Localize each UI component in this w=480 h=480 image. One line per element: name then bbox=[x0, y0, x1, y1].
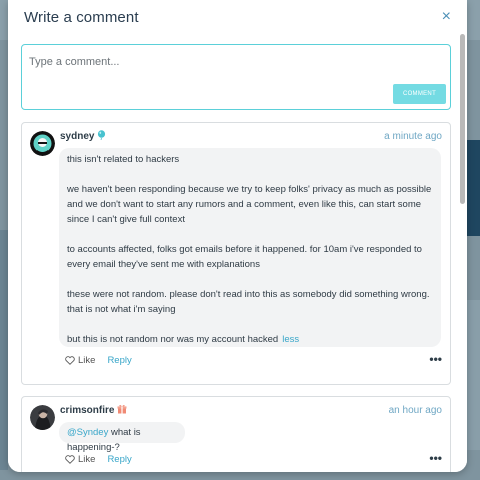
like-label: Like bbox=[78, 454, 96, 465]
comments-scroll-area[interactable]: COMMENT sydney a minute ago bbox=[8, 34, 467, 472]
comment-paragraph: to accounts affected, folks got emails b… bbox=[67, 244, 422, 270]
comment-modal: Write a comment × COMMENT sydney bbox=[8, 0, 467, 472]
modal-title: Write a comment bbox=[24, 8, 139, 26]
comment-paragraph: these were not random. please don't read… bbox=[67, 289, 430, 315]
heart-icon bbox=[65, 455, 75, 464]
comment-timestamp: an hour ago bbox=[388, 405, 442, 416]
balloon-icon bbox=[97, 130, 106, 142]
background-panel bbox=[466, 300, 480, 450]
background-sidebar bbox=[0, 230, 8, 470]
close-icon[interactable]: × bbox=[442, 9, 451, 25]
comment-input[interactable] bbox=[29, 52, 442, 72]
author-name[interactable]: sydney bbox=[60, 131, 94, 142]
gift-icon bbox=[117, 404, 127, 416]
more-options-icon[interactable]: ••• bbox=[429, 451, 442, 465]
comment-actions: Like Reply bbox=[65, 454, 132, 465]
comment-author[interactable]: crimsonfire bbox=[60, 404, 127, 416]
scrollbar[interactable] bbox=[460, 34, 465, 204]
like-label: Like bbox=[78, 355, 96, 366]
heart-icon bbox=[65, 356, 75, 365]
comment-body: @Syndey what is happening-? bbox=[59, 422, 185, 453]
comment-paragraph: we haven't been responding because we tr… bbox=[67, 184, 432, 225]
comment-card: crimsonfire an hour ago @Syndey what is … bbox=[21, 396, 451, 472]
reply-button[interactable]: Reply bbox=[107, 355, 131, 366]
comment-composer: COMMENT bbox=[21, 44, 451, 110]
avatar[interactable] bbox=[30, 405, 55, 430]
comment-paragraph-text: but this is not random nor was my accoun… bbox=[67, 334, 279, 345]
avatar[interactable] bbox=[30, 131, 55, 156]
user-mention[interactable]: @Syndey bbox=[67, 427, 108, 438]
like-button[interactable]: Like bbox=[65, 454, 95, 465]
author-name[interactable]: crimsonfire bbox=[60, 405, 114, 416]
comment-paragraph-last: but this is not random nor was my accoun… bbox=[67, 332, 433, 347]
reply-button[interactable]: Reply bbox=[107, 454, 131, 465]
like-button[interactable]: Like bbox=[65, 355, 95, 366]
show-less-link[interactable]: less bbox=[282, 334, 299, 345]
comment-body: this isn't related to hackers we haven't… bbox=[59, 148, 441, 347]
comment-button[interactable]: COMMENT bbox=[393, 84, 446, 104]
comment-card: sydney a minute ago this isn't related t… bbox=[21, 122, 451, 385]
comment-paragraph: this isn't related to hackers bbox=[67, 154, 180, 165]
comment-actions: Like Reply bbox=[65, 355, 132, 366]
modal-header: Write a comment × bbox=[8, 0, 467, 34]
comment-timestamp: a minute ago bbox=[384, 131, 442, 142]
background-banner bbox=[466, 140, 480, 236]
comment-author[interactable]: sydney bbox=[60, 130, 106, 142]
more-options-icon[interactable]: ••• bbox=[429, 352, 442, 366]
